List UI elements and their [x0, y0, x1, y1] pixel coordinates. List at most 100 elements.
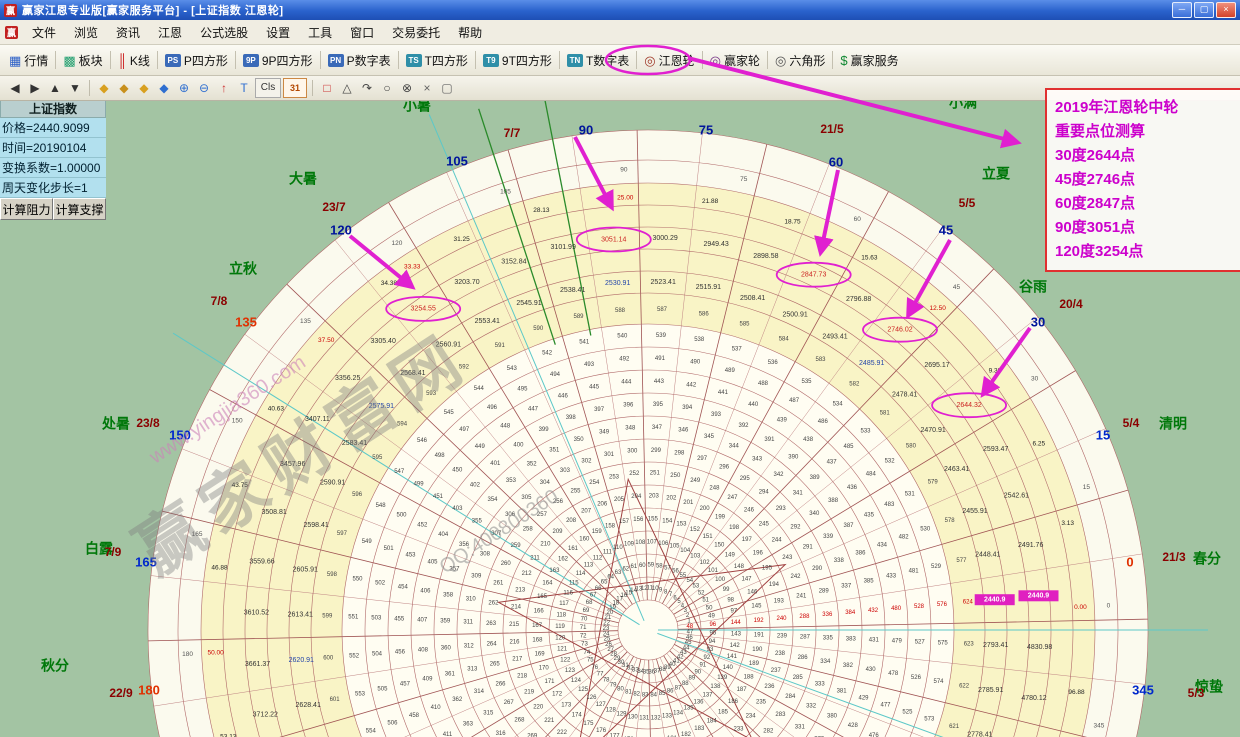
svg-text:255: 255 — [570, 488, 581, 494]
menu-item-formula-stock-pick[interactable]: 公式选股 — [191, 22, 257, 43]
svg-text:2440.9: 2440.9 — [984, 597, 1006, 604]
svg-text:58: 58 — [656, 564, 663, 570]
svg-text:15: 15 — [1083, 484, 1091, 491]
svg-text:121: 121 — [557, 647, 568, 653]
calc-resistance-button[interactable]: 计算阻力 — [0, 198, 53, 220]
svg-text:2568.41: 2568.41 — [400, 370, 425, 377]
svg-text:291: 291 — [803, 544, 814, 550]
toolbar-item-kline[interactable]: ║K线 — [113, 48, 155, 72]
tool-up-triangle[interactable]: ▲ — [46, 79, 64, 97]
toolbar-item-sectors[interactable]: ▩板块 — [58, 48, 107, 72]
maximize-button[interactable]: ▢ — [1194, 2, 1214, 18]
close-button[interactable]: × — [1216, 2, 1236, 18]
svg-text:195: 195 — [762, 566, 773, 572]
toolbar-item-t-table[interactable]: TNT数字表 — [562, 48, 634, 72]
tool-circle-tool[interactable]: ○ — [378, 79, 396, 97]
toolbar-item-p-table[interactable]: PNP数字表 — [323, 48, 396, 72]
svg-text:3101.99: 3101.99 — [551, 244, 576, 251]
calc-support-button[interactable]: 计算支撑 — [53, 198, 106, 220]
svg-text:294: 294 — [759, 490, 770, 496]
tool-move-up[interactable]: ↑ — [215, 79, 233, 97]
svg-text:345: 345 — [1093, 723, 1104, 730]
tool-circle-cross-tool[interactable]: ⊗ — [398, 79, 416, 97]
menu-item-news[interactable]: 资讯 — [107, 22, 149, 43]
svg-text:46: 46 — [686, 635, 693, 641]
svg-text:191: 191 — [754, 632, 765, 638]
svg-text:谷雨: 谷雨 — [1019, 279, 1047, 295]
info-time: 时间=20190104 — [0, 138, 106, 158]
toolbar-item-t-square[interactable]: TST四方形 — [401, 48, 473, 72]
tool-go-first[interactable]: ◀ — [6, 79, 24, 97]
menu-item-help[interactable]: 帮助 — [449, 22, 491, 43]
toolbar-item-gann-wheel[interactable]: ◎江恩轮 — [639, 48, 699, 72]
svg-text:574: 574 — [933, 679, 944, 685]
svg-text:246: 246 — [744, 507, 755, 513]
menu-item-browse[interactable]: 浏览 — [65, 22, 107, 43]
svg-text:397: 397 — [594, 407, 605, 413]
svg-text:97: 97 — [731, 609, 738, 615]
menu-item-trade-entrust[interactable]: 交易委托 — [383, 22, 449, 43]
svg-text:2796.88: 2796.88 — [846, 296, 871, 303]
tool-zoom-out[interactable]: ⊖ — [195, 79, 213, 97]
toolbar-item-p-square[interactable]: PSP四方形 — [160, 48, 233, 72]
tool-diamond-3[interactable]: ◆ — [135, 79, 153, 97]
toolbar-item-9t-square[interactable]: T99T四方形 — [478, 48, 557, 72]
svg-text:544: 544 — [474, 386, 485, 392]
tool-cross-tool[interactable]: × — [418, 79, 436, 97]
tool-down-triangle[interactable]: ▼ — [66, 79, 84, 97]
tool-cls[interactable]: Cls — [255, 78, 281, 98]
toolbar-item-9p-square[interactable]: 9P9P四方形 — [238, 48, 318, 72]
tool-diamond-2[interactable]: ◆ — [115, 79, 133, 97]
svg-text:23/7: 23/7 — [322, 200, 346, 214]
svg-text:114: 114 — [576, 571, 586, 577]
svg-text:12.50: 12.50 — [930, 305, 947, 312]
svg-text:257: 257 — [537, 512, 548, 518]
menu-item-gann[interactable]: 江恩 — [149, 22, 191, 43]
svg-text:592: 592 — [459, 365, 470, 371]
menu-item-settings[interactable]: 设置 — [257, 22, 299, 43]
tool-arc-tool[interactable]: ↷ — [358, 79, 376, 97]
svg-text:531: 531 — [905, 491, 916, 497]
svg-text:221: 221 — [544, 718, 555, 724]
svg-text:206: 206 — [597, 502, 608, 508]
tool-text-tool[interactable]: T — [235, 79, 253, 97]
svg-text:438: 438 — [803, 437, 814, 443]
svg-text:立秋: 立秋 — [229, 261, 258, 277]
svg-text:117: 117 — [559, 601, 569, 607]
svg-text:大暑: 大暑 — [289, 171, 317, 187]
svg-text:496: 496 — [487, 405, 498, 411]
svg-text:136: 136 — [693, 700, 704, 706]
tool-select-tool[interactable]: ▢ — [438, 79, 456, 97]
svg-text:590: 590 — [533, 326, 544, 332]
tool-diamond-4[interactable]: ◆ — [155, 79, 173, 97]
svg-text:573: 573 — [924, 716, 935, 722]
svg-text:115: 115 — [569, 580, 579, 586]
tool-go-last[interactable]: ▶ — [26, 79, 44, 97]
minimize-button[interactable]: ─ — [1172, 2, 1192, 18]
svg-text:233: 233 — [733, 726, 744, 732]
svg-text:216: 216 — [509, 639, 520, 645]
svg-text:80: 80 — [617, 686, 624, 692]
svg-text:215: 215 — [509, 622, 520, 628]
menu-item-tools[interactable]: 工具 — [299, 22, 341, 43]
toolbar-item-winner-service[interactable]: $赢家服务 — [835, 48, 903, 72]
svg-text:502: 502 — [375, 580, 386, 586]
svg-text:68: 68 — [586, 600, 593, 606]
svg-text:576: 576 — [937, 602, 948, 608]
tool-diamond-1[interactable]: ◆ — [95, 79, 113, 97]
svg-text:165: 165 — [192, 531, 203, 538]
svg-text:503: 503 — [371, 616, 382, 622]
svg-text:395: 395 — [653, 402, 664, 408]
menu-item-window[interactable]: 窗口 — [341, 22, 383, 43]
toolbar-item-hexagon[interactable]: ◎六角形 — [770, 48, 830, 72]
toolbar-separator — [320, 51, 321, 69]
tool-triangle-tool[interactable]: △ — [338, 79, 356, 97]
toolbar-item-winner-wheel[interactable]: ◎赢家轮 — [705, 48, 765, 72]
tool-rect-tool[interactable]: □ — [318, 79, 336, 97]
tool-zoom-in[interactable]: ⊕ — [175, 79, 193, 97]
tool-calendar[interactable]: 31 — [283, 78, 307, 98]
svg-text:75: 75 — [740, 176, 748, 183]
menu-item-file[interactable]: 文件 — [23, 22, 65, 43]
toolbar-item-quotes[interactable]: ▦行情 — [4, 48, 53, 72]
svg-text:131: 131 — [639, 715, 650, 721]
